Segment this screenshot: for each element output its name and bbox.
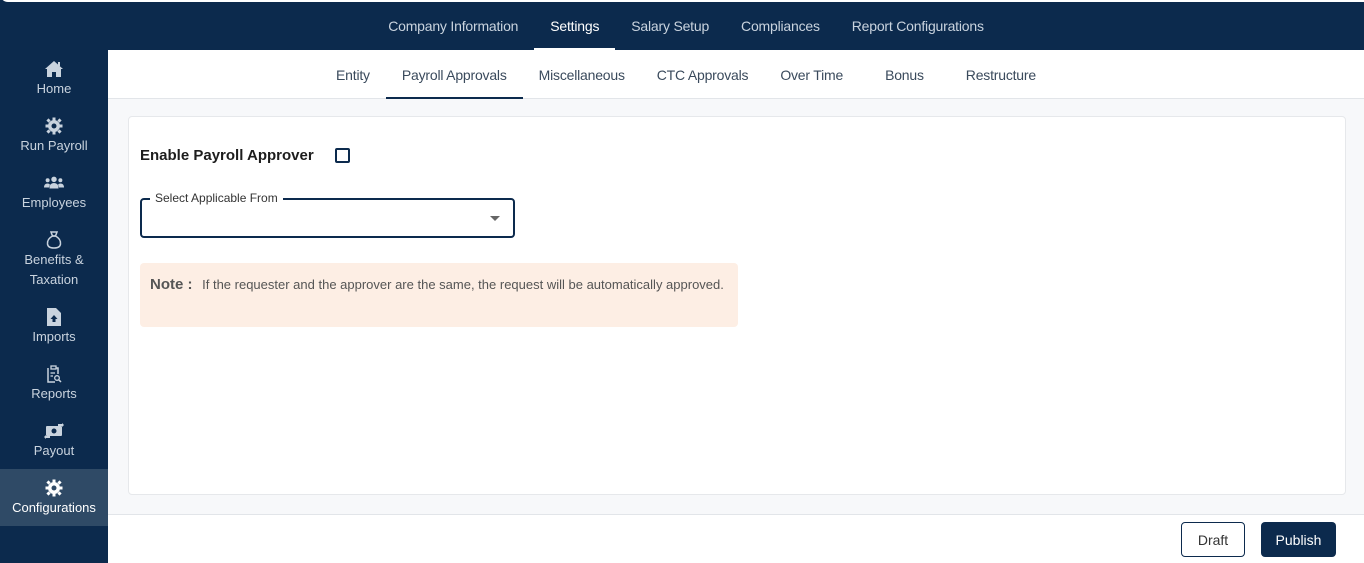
sidebar-item-label: Configurations — [12, 499, 96, 515]
sidebar-item-employees[interactable]: Employees — [0, 164, 108, 221]
sidebar-item-imports[interactable]: Imports — [0, 298, 108, 355]
sidebar-item-benefits-taxation[interactable]: Benefits & Taxation — [0, 221, 108, 298]
sidebar-item-label: Run Payroll — [20, 137, 88, 153]
note-title: Note : — [150, 276, 193, 293]
main-content: Entity Payroll Approvals Miscellaneous C… — [108, 50, 1364, 563]
tab-miscellaneous[interactable]: Miscellaneous — [523, 50, 641, 98]
tab-report-configurations[interactable]: Report Configurations — [836, 2, 1000, 50]
clipboard-search-icon — [44, 364, 64, 384]
sidebar-item-label: Payout — [33, 442, 75, 458]
tab-compliances[interactable]: Compliances — [725, 2, 836, 50]
users-icon — [44, 173, 64, 193]
tab-bonus[interactable]: Bonus — [869, 50, 940, 98]
sidebar-item-reports[interactable]: Reports — [0, 355, 108, 412]
note-text: If the requester and the approver are th… — [202, 277, 724, 292]
sidebar-item-label: Employees — [21, 194, 87, 210]
applicable-from-label: Select Applicable From — [150, 191, 283, 205]
sidebar-item-label: Benefits & Taxation — [24, 251, 84, 287]
sidebar: Home Run Payroll Employees Benefits & Ta… — [0, 50, 108, 563]
gear-icon — [44, 478, 64, 498]
file-upload-icon — [44, 307, 64, 327]
sub-nav: Entity Payroll Approvals Miscellaneous C… — [108, 50, 1364, 99]
enable-payroll-approver-checkbox[interactable] — [334, 148, 350, 163]
sidebar-item-configurations[interactable]: Configurations — [0, 469, 108, 526]
sidebar-item-home[interactable]: Home — [0, 50, 108, 107]
publish-button[interactable]: Publish — [1261, 522, 1336, 557]
payroll-approvals-card: Enable Payroll Approver Select Applicabl… — [128, 116, 1346, 495]
sidebar-item-label: Reports — [31, 385, 77, 401]
sidebar-item-run-payroll[interactable]: Run Payroll — [0, 107, 108, 164]
applicable-from-select[interactable]: Select Applicable From — [140, 191, 515, 238]
tab-company-information[interactable]: Company Information — [372, 2, 534, 50]
tab-entity[interactable]: Entity — [320, 50, 386, 98]
gear-icon — [44, 116, 64, 136]
money-bag-icon — [44, 230, 64, 250]
tab-restructure[interactable]: Restructure — [950, 50, 1052, 98]
top-nav: Company Information Settings Salary Setu… — [108, 2, 1364, 50]
money-transfer-icon — [44, 421, 64, 441]
tab-over-time[interactable]: Over Time — [764, 50, 859, 98]
caret-down-icon[interactable] — [490, 216, 500, 221]
tab-settings[interactable]: Settings — [534, 2, 616, 50]
tab-payroll-approvals[interactable]: Payroll Approvals — [385, 50, 523, 99]
sidebar-item-label: Imports — [32, 328, 76, 344]
enable-payroll-approver-row: Enable Payroll Approver — [140, 147, 350, 164]
sidebar-item-payout[interactable]: Payout — [0, 412, 108, 469]
tab-ctc-approvals[interactable]: CTC Approvals — [641, 50, 765, 98]
note-box: Note : If the requester and the approver… — [140, 263, 738, 327]
tab-salary-setup[interactable]: Salary Setup — [615, 2, 725, 50]
enable-payroll-approver-label: Enable Payroll Approver — [140, 147, 314, 164]
top-bar: Company Information Settings Salary Setu… — [0, 0, 1364, 50]
sidebar-item-label: Home — [36, 80, 72, 96]
home-icon — [44, 59, 64, 79]
draft-button[interactable]: Draft — [1181, 522, 1245, 557]
footer-bar: Draft Publish — [108, 514, 1364, 563]
